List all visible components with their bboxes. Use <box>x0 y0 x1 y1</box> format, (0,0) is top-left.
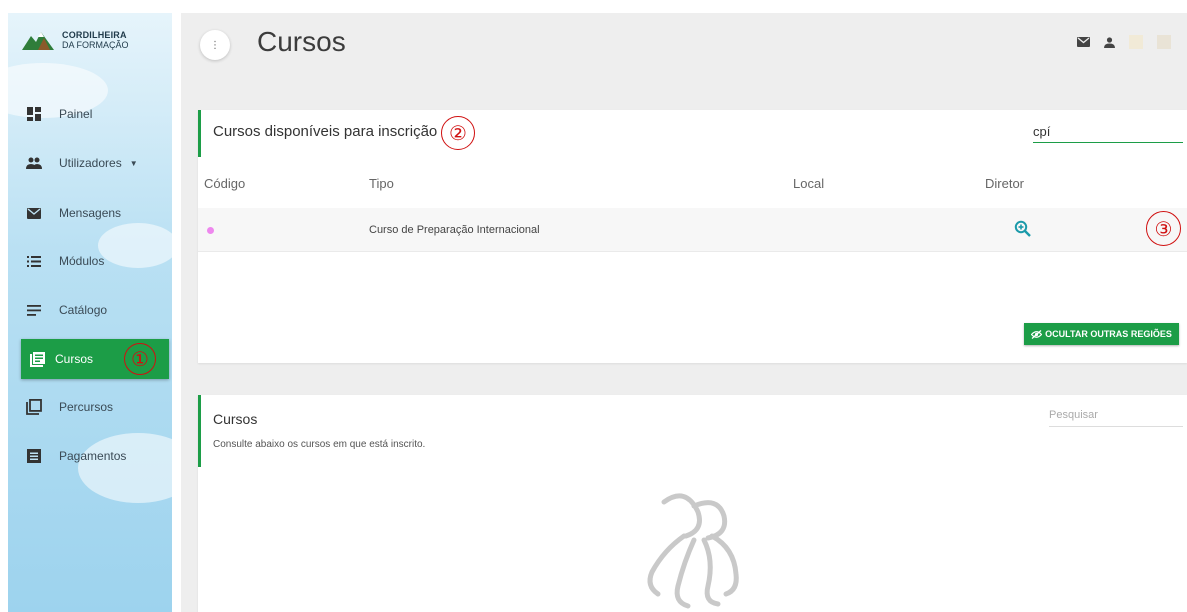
lines-icon <box>26 302 42 318</box>
brand-name: CORDILHEIRA <box>62 30 127 40</box>
course-search-input[interactable] <box>1033 121 1183 143</box>
mail-icon <box>26 205 42 221</box>
sidebar-item-percursos[interactable]: Percursos <box>8 387 172 427</box>
column-header-codigo[interactable]: Código <box>204 176 245 191</box>
column-header-tipo[interactable]: Tipo <box>369 176 394 191</box>
annotation-marker-3: ③ <box>1146 211 1181 246</box>
sidebar-item-utilizadores[interactable]: Utilizadores ▼ <box>8 143 172 183</box>
annotation-marker-1: ① <box>124 343 156 375</box>
brand-logo[interactable]: CORDILHEIRA DA FORMAÇÃO <box>22 25 129 55</box>
available-courses-card: Cursos disponíveis para inscrição Código… <box>198 110 1187 363</box>
sidebar-item-label: Percursos <box>59 400 114 414</box>
status-dot <box>207 227 214 234</box>
sidebar-item-label: Mensagens <box>59 206 122 220</box>
sidebar-item-label: Módulos <box>59 254 105 268</box>
sidebar-item-label: Painel <box>59 107 93 121</box>
mail-icon[interactable] <box>1077 37 1090 47</box>
card-title: Cursos <box>213 411 258 427</box>
table-row[interactable]: Curso de Preparação Internacional <box>198 208 1187 252</box>
card-header: Cursos Consulte abaixo os cursos em que … <box>198 395 1187 467</box>
mountain-logo-icon <box>22 32 54 50</box>
list-icon <box>26 253 42 269</box>
sidebar-item-catalogo[interactable]: Catálogo <box>8 290 172 330</box>
sidebar-item-label: Cursos <box>55 352 94 366</box>
card-subtitle: Consulte abaixo os cursos em que está in… <box>213 439 426 450</box>
language-flag-icon[interactable] <box>1157 35 1171 49</box>
annotation-marker-2: ② <box>441 116 475 150</box>
zoom-in-icon[interactable] <box>1014 220 1032 238</box>
sidebar-item-mensagens[interactable]: Mensagens <box>8 193 172 233</box>
user-icon[interactable] <box>1104 36 1115 48</box>
hide-other-regions-button[interactable]: OCULTAR OUTRAS REGIÕES <box>1024 323 1179 345</box>
top-toolbar <box>1077 35 1171 49</box>
caret-down-icon: ▼ <box>129 158 138 168</box>
card-title: Cursos disponíveis para inscrição <box>213 123 438 140</box>
dashboard-icon <box>26 106 42 122</box>
main-content: ⋮ Cursos Cursos disponíveis para inscriç… <box>181 13 1187 612</box>
sidebar-item-painel[interactable]: Painel <box>8 94 172 134</box>
sidebar-item-label: Utilizadores <box>59 156 122 170</box>
people-icon <box>26 155 42 171</box>
sidebar-item-modulos[interactable]: Módulos <box>8 241 172 281</box>
column-header-diretor[interactable]: Diretor <box>985 176 1024 191</box>
page-title: Cursos <box>257 26 346 57</box>
brand-subtitle: DA FORMAÇÃO <box>62 40 129 50</box>
enrolled-courses-card: Cursos Consulte abaixo os cursos em que … <box>198 395 1187 612</box>
sidebar-item-label: Catálogo <box>59 303 108 317</box>
courses-icon <box>29 351 45 367</box>
sidebar-item-pagamentos[interactable]: Pagamentos <box>8 436 172 476</box>
enrolled-search-input[interactable] <box>1049 403 1183 427</box>
eye-off-icon <box>1031 329 1043 339</box>
octopus-watermark-icon <box>647 493 739 609</box>
copy-icon <box>26 399 42 415</box>
sidebar-item-label: Pagamentos <box>59 449 127 463</box>
button-label: OCULTAR OUTRAS REGIÕES <box>1045 329 1172 339</box>
sidebar: CORDILHEIRA DA FORMAÇÃO Painel Utilizado… <box>8 13 172 612</box>
more-options-button[interactable]: ⋮ <box>200 30 230 60</box>
course-type-cell: Curso de Preparação Internacional <box>369 224 540 236</box>
kebab-menu-icon: ⋮ <box>210 39 220 51</box>
column-header-local[interactable]: Local <box>793 176 824 191</box>
table-header: Código Tipo Local Diretor <box>198 172 1187 200</box>
profile-avatar[interactable] <box>1129 35 1143 49</box>
receipt-icon <box>26 448 42 464</box>
